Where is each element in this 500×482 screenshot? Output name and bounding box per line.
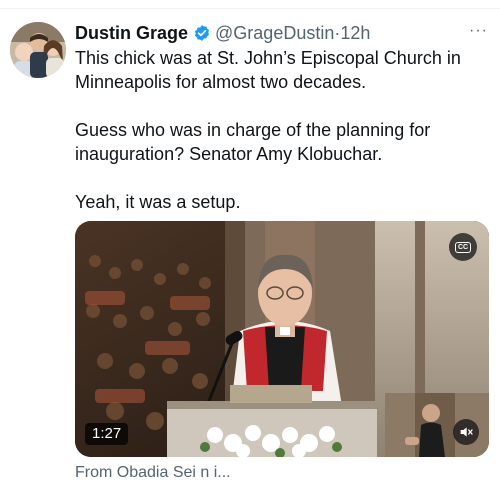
author-handle[interactable]: @GrageDustin: [215, 23, 334, 43]
tweet-paragraph: Guess who was in charge of the planning …: [75, 120, 431, 164]
quoted-tweet-peek[interactable]: From Obadia Sei n i...: [75, 464, 231, 482]
video-duration: 1:27: [85, 423, 129, 445]
video-player[interactable]: CC 1:27: [75, 221, 489, 457]
timestamp[interactable]: 12h: [340, 23, 370, 43]
cc-label: CC: [454, 241, 472, 253]
tweet-text: This chick was at St. John’s Episcopal C…: [75, 46, 490, 214]
author-name[interactable]: Dustin Grage: [75, 23, 188, 43]
tweet-paragraph: This chick was at St. John’s Episcopal C…: [75, 48, 461, 92]
tweet-paragraph: Yeah, it was a setup.: [75, 192, 241, 212]
closed-captions-icon[interactable]: CC: [449, 233, 477, 261]
avatar[interactable]: [10, 22, 66, 78]
tweet-header: Dustin Grage @GrageDustin·12h: [75, 20, 490, 46]
top-divider: [0, 8, 500, 9]
mute-icon[interactable]: [453, 419, 479, 445]
more-icon[interactable]: ···: [469, 22, 488, 40]
